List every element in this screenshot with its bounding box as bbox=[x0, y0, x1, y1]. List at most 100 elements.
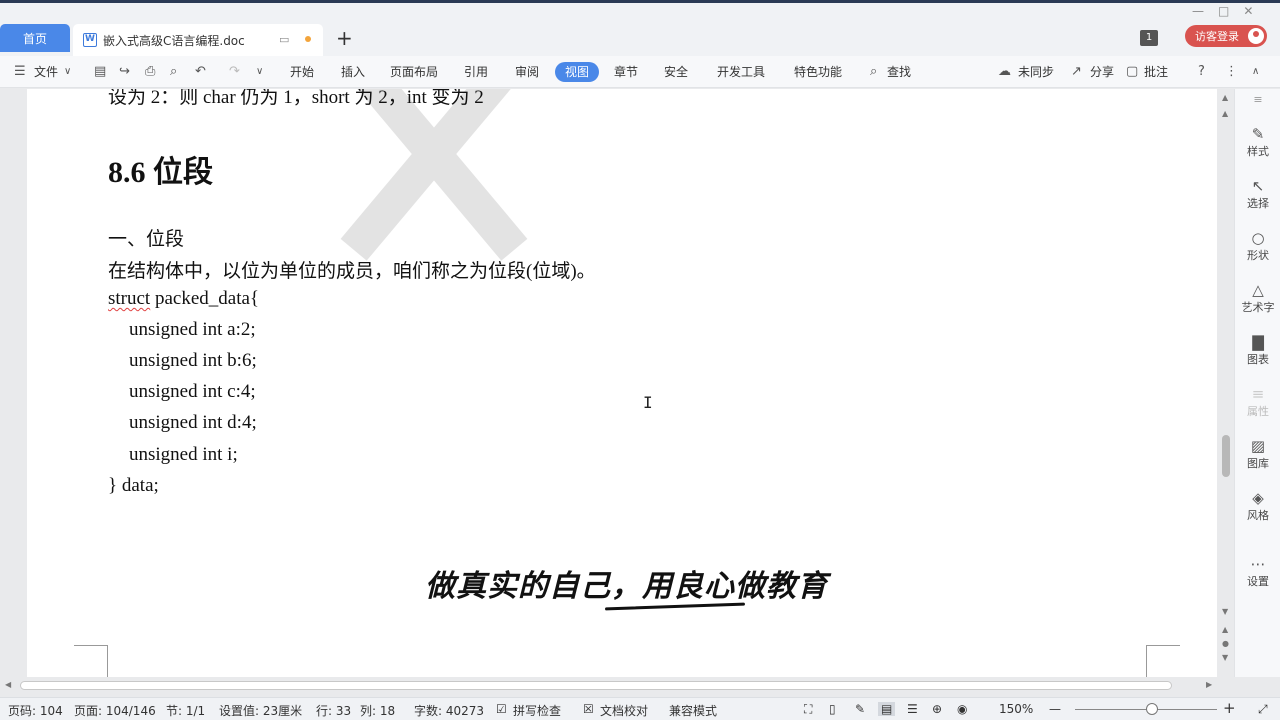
sidebar-item-select[interactable]: ↖ 选择 bbox=[1235, 177, 1280, 211]
outline-view-icon[interactable]: ☰ bbox=[907, 702, 918, 716]
page-count[interactable]: 页面: 104/146 bbox=[74, 702, 156, 719]
next-page-icon[interactable]: ▼ bbox=[1222, 653, 1228, 662]
expand-icon[interactable]: ⤢ bbox=[1258, 702, 1268, 717]
monitor-icon[interactable]: ▭ bbox=[279, 33, 289, 46]
shapes-icon: ○ bbox=[1251, 229, 1265, 247]
scroll-up-arrow-icon[interactable]: ▲ bbox=[1222, 109, 1228, 118]
vertical-scrollbar[interactable]: ▲ ▲ ▼ ▲ ● ▼ bbox=[1219, 89, 1234, 677]
cloud-sync-icon[interactable]: ☁ bbox=[998, 62, 1011, 82]
tab-developer-tools[interactable]: 开发工具 bbox=[717, 62, 765, 82]
web-view-icon[interactable]: ⊕ bbox=[932, 702, 942, 716]
watermark-x bbox=[257, 89, 587, 329]
zoom-in-icon[interactable]: + bbox=[1223, 699, 1236, 717]
row-info[interactable]: 行: 33 bbox=[316, 702, 351, 719]
window-count-badge[interactable]: 1 bbox=[1140, 30, 1158, 46]
word-count[interactable]: 字数: 40273 bbox=[414, 702, 484, 719]
sidebar-item-label: 样式 bbox=[1247, 145, 1269, 158]
proofread-icon[interactable]: ☒ bbox=[583, 702, 594, 716]
scroll-right-icon[interactable]: ▶ bbox=[1206, 680, 1212, 689]
file-menu[interactable]: 文件 bbox=[34, 62, 58, 82]
sidebar-collapse-icon[interactable]: ≡ bbox=[1235, 93, 1280, 106]
tab-chapter[interactable]: 章节 bbox=[614, 62, 638, 82]
code-struct-name: packed_data{ bbox=[150, 288, 260, 309]
document-tab-title: 嵌入式高级C语言编程.doc bbox=[103, 33, 245, 48]
share-button[interactable]: 分享 bbox=[1090, 62, 1114, 82]
section-info[interactable]: 节: 1/1 bbox=[166, 702, 205, 719]
page-number[interactable]: 页码: 104 bbox=[8, 702, 63, 719]
sync-status[interactable]: 未同步 bbox=[1018, 62, 1054, 82]
sidebar-item-chart[interactable]: ▇ 图表 bbox=[1235, 333, 1280, 367]
cursor-icon: ↖ bbox=[1251, 177, 1265, 195]
search-button[interactable]: 查找 bbox=[887, 62, 911, 82]
tab-start[interactable]: 开始 bbox=[290, 62, 314, 82]
minimize-icon[interactable]: — bbox=[1192, 4, 1204, 18]
horizontal-scrollbar[interactable]: ◀ ▶ bbox=[0, 677, 1220, 694]
sidebar-item-gallery[interactable]: ▨ 图库 bbox=[1235, 437, 1280, 471]
page-view-icon[interactable]: ▤ bbox=[878, 702, 896, 716]
sidebar-item-style[interactable]: ✎ 样式 bbox=[1235, 125, 1280, 159]
reading-mode-icon[interactable]: ▯ bbox=[829, 702, 836, 716]
pen-icon: ✎ bbox=[1251, 125, 1265, 143]
status-bar: 页码: 104 页面: 104/146 节: 1/1 设置值: 23厘米 行: … bbox=[0, 697, 1280, 720]
comment-button[interactable]: 批注 bbox=[1144, 62, 1168, 82]
zoom-slider-knob[interactable] bbox=[1146, 703, 1158, 715]
redo-icon[interactable]: ↷ bbox=[229, 62, 240, 82]
vertical-scroll-thumb[interactable] bbox=[1222, 435, 1230, 477]
page-dot-icon[interactable]: ● bbox=[1222, 639, 1229, 648]
tab-special-features[interactable]: 特色功能 bbox=[794, 62, 842, 82]
share-icon[interactable]: ↗ bbox=[1071, 62, 1082, 82]
tab-references[interactable]: 引用 bbox=[464, 62, 488, 82]
tab-review[interactable]: 审阅 bbox=[515, 62, 539, 82]
setting-value[interactable]: 设置值: 23厘米 bbox=[219, 702, 302, 719]
scroll-left-icon[interactable]: ◀ bbox=[5, 680, 11, 689]
slogan-calligraphy: 做真实的自己，用良心做教育 bbox=[425, 569, 828, 604]
undo-icon[interactable]: ↶ bbox=[195, 62, 206, 82]
tab-insert[interactable]: 插入 bbox=[341, 62, 365, 82]
scroll-up-icon[interactable]: ▲ bbox=[1222, 93, 1228, 102]
tab-home[interactable]: 首页 bbox=[0, 24, 70, 52]
zoom-out-icon[interactable]: — bbox=[1049, 702, 1061, 716]
more-options-icon[interactable]: ⋮ bbox=[1225, 62, 1238, 82]
horizontal-scroll-thumb[interactable] bbox=[20, 681, 1172, 690]
document-page[interactable]: 设为 2：则 char 仍为 1，short 为 2，int 变为 2 8.6 … bbox=[27, 89, 1217, 677]
sidebar-item-theme[interactable]: ◈ 风格 bbox=[1235, 489, 1280, 523]
sidebar-item-settings[interactable]: ⋯ 设置 bbox=[1235, 555, 1280, 589]
search-icon[interactable]: ⌕ bbox=[870, 62, 877, 82]
guest-login-button[interactable]: 访客登录 bbox=[1185, 25, 1267, 47]
compat-mode: 兼容模式 bbox=[669, 704, 718, 718]
chevron-down-icon[interactable]: ∨ bbox=[64, 62, 71, 82]
tab-document[interactable]: W 嵌入式高级C语言编程.doc ▭ bbox=[73, 24, 323, 56]
fullscreen-icon[interactable]: ⛶ bbox=[804, 702, 812, 717]
close-icon[interactable]: ✕ bbox=[1243, 4, 1253, 18]
comment-icon[interactable]: ▢ bbox=[1126, 62, 1138, 82]
collapse-ribbon-icon[interactable]: ∧ bbox=[1252, 62, 1259, 82]
save-icon[interactable]: ▤ bbox=[94, 62, 106, 82]
eye-protection-icon[interactable]: ◉ bbox=[957, 702, 967, 716]
print-preview-icon[interactable]: ⌕ bbox=[170, 62, 177, 82]
quick-access-dropdown-icon[interactable]: ∨ bbox=[256, 62, 263, 82]
spellcheck-button[interactable]: 拼写检查 bbox=[513, 702, 561, 719]
wordart-icon: △ bbox=[1252, 281, 1264, 299]
new-tab-button[interactable]: + bbox=[336, 26, 353, 50]
guest-login-label: 访客登录 bbox=[1195, 30, 1239, 43]
text-cursor-icon: I bbox=[643, 393, 653, 412]
sidebar-item-wordart[interactable]: △ 艺术字 bbox=[1235, 281, 1280, 315]
export-icon[interactable]: ↪ bbox=[119, 62, 130, 82]
tab-view[interactable]: 视图 bbox=[555, 62, 600, 82]
proofread-button[interactable]: 文档校对 bbox=[600, 702, 648, 719]
spellcheck-icon[interactable]: ☑ bbox=[496, 702, 507, 716]
zoom-level[interactable]: 150% bbox=[999, 702, 1033, 716]
tab-page-layout[interactable]: 页面布局 bbox=[390, 62, 438, 82]
sidebar-item-label: 艺术字 bbox=[1241, 301, 1275, 314]
print-icon[interactable]: ⎙ bbox=[145, 62, 155, 82]
column-info[interactable]: 列: 18 bbox=[360, 702, 395, 719]
tab-security[interactable]: 安全 bbox=[664, 62, 688, 82]
scroll-down-arrow-icon[interactable]: ▼ bbox=[1222, 607, 1228, 616]
menu-icon[interactable]: ☰ bbox=[14, 62, 26, 82]
window-controls: — □ ✕ bbox=[1192, 4, 1253, 18]
sidebar-item-shapes[interactable]: ○ 形状 bbox=[1235, 229, 1280, 263]
maximize-icon[interactable]: □ bbox=[1218, 4, 1229, 18]
prev-page-icon[interactable]: ▲ bbox=[1222, 625, 1228, 634]
edit-pen-icon[interactable]: ✎ bbox=[855, 702, 865, 716]
help-icon[interactable]: ? bbox=[1198, 62, 1205, 82]
